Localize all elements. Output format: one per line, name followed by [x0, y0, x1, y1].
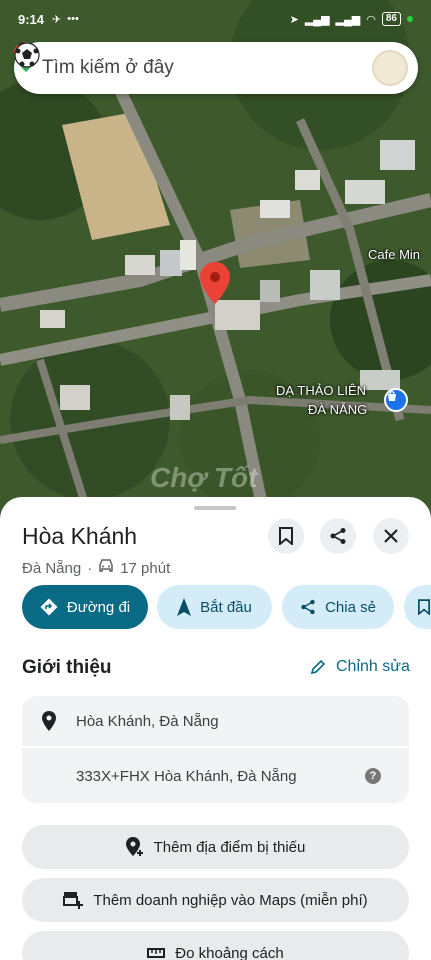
search-bar[interactable]: Tìm kiếm ở đây — [14, 42, 418, 94]
map-label-poi-line2[interactable]: ĐÀ NẴNG — [308, 402, 367, 417]
search-input[interactable]: Tìm kiếm ở đây — [42, 57, 334, 79]
edit-button[interactable]: Chỉnh sửa — [310, 658, 410, 676]
shopping-poi-icon[interactable] — [384, 388, 408, 412]
sheet-drag-handle[interactable] — [194, 506, 236, 510]
pencil-icon — [310, 659, 326, 675]
signal-icon: ▂▄▆ — [304, 13, 330, 26]
signal-icon-2: ▂▄▆ — [335, 13, 361, 26]
share-label: Chia sẻ — [325, 598, 376, 616]
edit-label: Chỉnh sửa — [336, 658, 410, 675]
close-icon — [384, 529, 398, 543]
share-button[interactable] — [320, 518, 356, 554]
place-subtitle: Đà Nẵng · 17 phút — [22, 559, 170, 577]
separator-dot: · — [87, 559, 93, 577]
bookmark-icon — [279, 527, 293, 545]
map-label-cafe[interactable]: Cafe Min — [368, 247, 420, 262]
directions-label: Đường đi — [66, 598, 131, 616]
share-icon — [330, 528, 346, 544]
share-icon — [301, 599, 315, 615]
status-time: 9:14 — [18, 11, 45, 27]
navigation-arrow-icon — [177, 598, 192, 616]
privacy-dot-icon — [407, 16, 413, 22]
add-business-icon — [63, 892, 84, 909]
place-city: Đà Nẵng — [22, 559, 82, 577]
soccer-ball-icon — [14, 42, 40, 68]
measure-label: Đo khoảng cách — [175, 944, 284, 960]
start-label: Bắt đầu — [200, 598, 252, 616]
action-chips: Đường đi Bắt đầu Chia sẻ — [22, 585, 431, 631]
about-heading: Giới thiệu — [22, 657, 112, 678]
plus-code-row[interactable]: 333X+FHX Hòa Khánh, Đà Nẵng ? — [22, 750, 409, 802]
location-icon: ➤ — [289, 13, 299, 26]
info-card: Hòa Khánh, Đà Nẵng 333X+FHX Hòa Khánh, Đ… — [22, 696, 409, 803]
drive-time: 17 phút — [120, 559, 171, 577]
place-sheet: Hòa Khánh Đà Nẵng · 17 phút Đường đi Bắt… — [0, 497, 431, 960]
plus-code-text: 333X+FHX Hòa Khánh, Đà Nẵng — [76, 767, 297, 785]
add-business-label: Thêm doanh nghiệp vào Maps (miễn phí) — [93, 891, 368, 909]
save-button[interactable] — [268, 518, 304, 554]
add-business-button[interactable]: Thêm doanh nghiệp vào Maps (miễn phí) — [22, 878, 409, 922]
avatar[interactable] — [14, 42, 408, 86]
status-bar: 9:14 ✈ ••• ➤ ▂▄▆ ▂▄▆ ◠ 86 — [0, 0, 431, 38]
map-label-poi-line1[interactable]: DẠ THẢO LIÊN — [276, 383, 366, 398]
address-text: Hòa Khánh, Đà Nẵng — [76, 712, 219, 730]
battery-icon: 86 — [381, 12, 401, 26]
address-row[interactable]: Hòa Khánh, Đà Nẵng — [22, 696, 409, 748]
directions-icon — [40, 598, 58, 616]
save-chip-button[interactable] — [404, 585, 431, 629]
ruler-icon — [147, 948, 166, 958]
add-missing-label: Thêm địa điểm bị thiếu — [153, 838, 306, 856]
watermark: Chợ Tốt — [150, 462, 258, 493]
microphone-icon[interactable] — [14, 42, 364, 83]
car-icon — [98, 559, 114, 577]
share-chip-button[interactable]: Chia sẻ — [282, 585, 394, 629]
start-button[interactable]: Bắt đầu — [157, 585, 272, 629]
satellite-map[interactable]: 9:14 ✈ ••• ➤ ▂▄▆ ▂▄▆ ◠ 86 Tìm kiếm ở đây — [0, 0, 431, 520]
add-missing-place-button[interactable]: Thêm địa điểm bị thiếu — [22, 825, 409, 869]
close-button[interactable] — [373, 518, 409, 554]
place-title: Hòa Khánh — [22, 523, 138, 549]
help-icon[interactable]: ? — [365, 768, 381, 784]
add-location-icon — [125, 837, 143, 856]
wifi-icon: ◠ — [366, 13, 376, 26]
measure-distance-button[interactable]: Đo khoảng cách — [22, 931, 409, 960]
directions-button[interactable]: Đường đi — [22, 585, 148, 629]
bookmark-icon — [418, 599, 430, 615]
telegram-icon: ✈ — [52, 13, 62, 26]
more-dots-icon: ••• — [67, 13, 79, 25]
place-marker-icon — [22, 711, 76, 731]
